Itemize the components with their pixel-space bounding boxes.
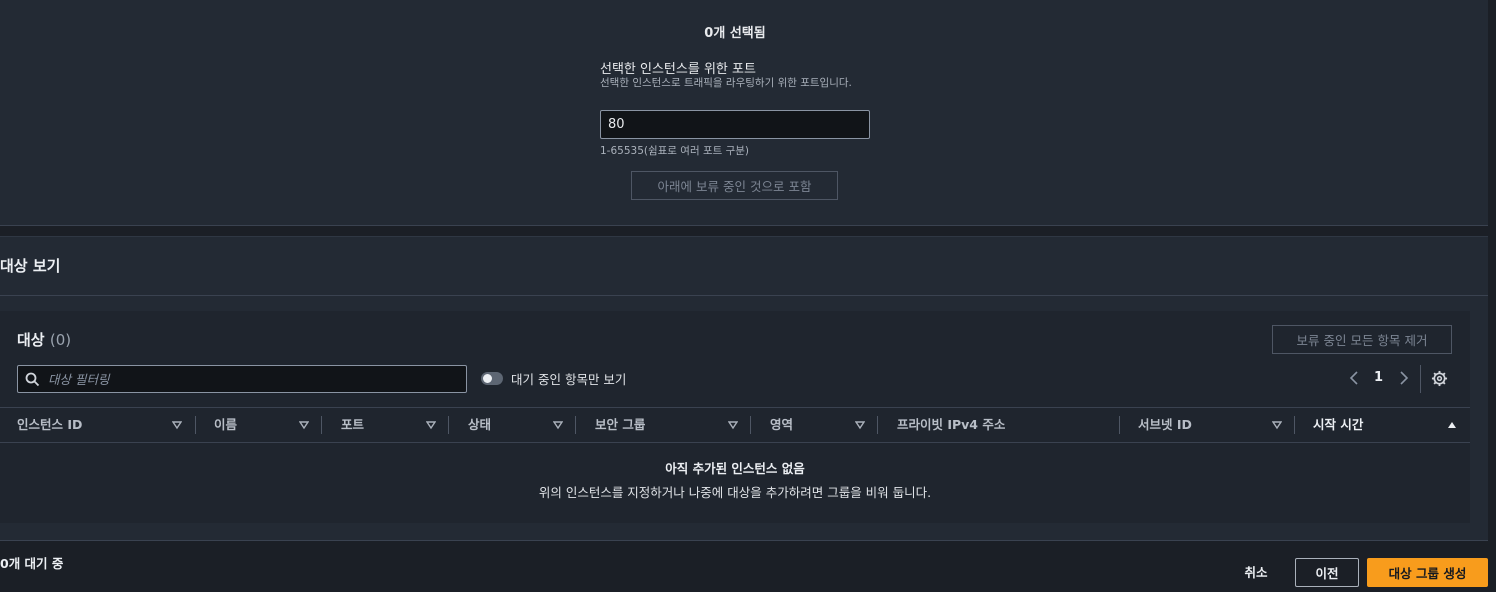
- search-icon: [25, 372, 40, 387]
- targets-card: 대상 (0) 보류 중인 모든 항목 제거 대기 중인 항목만 보기 1: [0, 311, 1470, 523]
- column-status[interactable]: 상태: [468, 408, 491, 442]
- remove-all-pending-button[interactable]: 보류 중인 모든 항목 제거: [1272, 325, 1452, 354]
- pending-count: 0개 대기 중: [0, 556, 64, 571]
- sort-icon[interactable]: [1272, 420, 1282, 430]
- create-target-group-button[interactable]: 대상 그룹 생성: [1367, 558, 1488, 587]
- sort-icon[interactable]: [299, 420, 309, 430]
- column-divider[interactable]: [575, 416, 576, 434]
- column-divider[interactable]: [448, 416, 449, 434]
- page-gutter: [1488, 0, 1496, 545]
- sort-icon[interactable]: [855, 420, 865, 430]
- pending-only-label: 대기 중인 항목만 보기: [511, 372, 627, 387]
- chevron-right-icon[interactable]: [1397, 369, 1411, 387]
- selected-count: 0개 선택됨: [704, 26, 766, 41]
- empty-state-description: 위의 인스턴스를 지정하거나 나중에 대상을 추가하려면 그룹을 비워 둡니다.: [538, 485, 932, 500]
- column-divider[interactable]: [877, 416, 878, 434]
- cancel-button[interactable]: 취소: [1232, 558, 1280, 584]
- sort-icon[interactable]: [172, 420, 182, 430]
- filter-input[interactable]: [48, 368, 458, 390]
- column-subnet-id[interactable]: 서브넷 ID: [1138, 408, 1192, 442]
- current-page[interactable]: 1: [1374, 370, 1383, 385]
- port-label: 선택한 인스턴스를 위한 포트: [600, 62, 756, 77]
- column-private-ipv4[interactable]: 프라이빗 IPv4 주소: [897, 408, 1005, 442]
- port-description: 선택한 인스턴스로 트래픽을 라우팅하기 위한 포트입니다.: [600, 77, 852, 89]
- filter-box[interactable]: [17, 365, 467, 393]
- column-divider[interactable]: [1119, 416, 1120, 434]
- column-security-group[interactable]: 보안 그룹: [595, 408, 645, 442]
- port-hint: 1-65535(쉼표로 여러 포트 구분): [600, 145, 750, 157]
- toggle-knob: [483, 374, 492, 383]
- column-instance-id[interactable]: 인스턴스 ID: [17, 408, 82, 442]
- sort-icon[interactable]: [553, 420, 563, 430]
- previous-button[interactable]: 이전: [1295, 558, 1359, 587]
- view-targets-title: 대상 보기: [0, 257, 61, 275]
- column-launch-time[interactable]: 시작 시간: [1313, 408, 1363, 442]
- targets-title: 대상 (0): [17, 329, 71, 350]
- port-panel: 0개 선택됨 선택한 인스턴스를 위한 포트 선택한 인스턴스로 트래픽을 라우…: [0, 0, 1488, 226]
- column-zone[interactable]: 영역: [770, 408, 793, 442]
- divider: [0, 295, 1488, 296]
- sort-icon[interactable]: [728, 420, 738, 430]
- column-port[interactable]: 포트: [341, 408, 364, 442]
- chevron-left-icon[interactable]: [1347, 369, 1361, 387]
- targets-title-label: 대상: [17, 331, 45, 349]
- column-divider[interactable]: [321, 416, 322, 434]
- pager-divider: [1420, 365, 1421, 393]
- column-name[interactable]: 이름: [214, 408, 237, 442]
- column-divider[interactable]: [195, 416, 196, 434]
- sort-ascending-icon[interactable]: [1447, 420, 1457, 430]
- pending-only-toggle[interactable]: [481, 372, 503, 385]
- column-divider[interactable]: [750, 416, 751, 434]
- gear-icon[interactable]: [1431, 370, 1448, 387]
- include-pending-button[interactable]: 아래에 보류 중인 것으로 포함: [631, 171, 838, 200]
- targets-count: (0): [49, 331, 72, 349]
- table-header: 인스턴스 ID 이름 포트 상태 보안 그룹 영역 프라이빗 IPv4 주소 서…: [0, 407, 1470, 443]
- empty-state-title: 아직 추가된 인스턴스 없음: [665, 461, 805, 476]
- column-divider[interactable]: [1294, 416, 1295, 434]
- view-targets-panel: 대상 보기 대상 (0) 보류 중인 모든 항목 제거 대기 중인 항목만 보기…: [0, 236, 1488, 541]
- sort-icon[interactable]: [426, 420, 436, 430]
- port-input[interactable]: [600, 110, 870, 139]
